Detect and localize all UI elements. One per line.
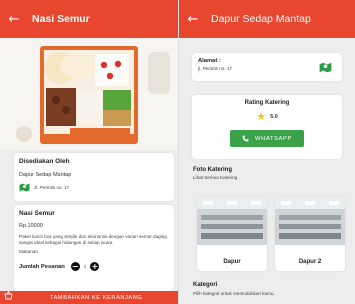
address-label: Alamat : — [198, 58, 221, 64]
provider-card[interactable]: Disediakan Oleh Dapur Sedap Mantap Jl. P… — [14, 153, 174, 201]
provider-address: Jl. Perintis no. 17 — [34, 184, 70, 190]
menu-category: Makanan — [19, 249, 38, 254]
provider-name: Dapur Sedap Mantap — [19, 172, 72, 178]
phone-icon — [242, 135, 249, 142]
photo-caption: Dapur — [223, 259, 241, 265]
menu-info-card: Nasi Semur Rp.10000 Paket lunch box yang… — [14, 205, 174, 291]
category-subtitle: Pilih kategori untuk memudahkan kamu. — [193, 291, 275, 296]
increase-quantity-button[interactable]: + — [90, 262, 100, 271]
see-all-link[interactable]: Lihat Semua Katering — [193, 175, 237, 181]
back-arrow-icon[interactable]: ← — [0, 12, 28, 27]
quantity-value: 1 — [83, 263, 87, 269]
food-image — [0, 38, 178, 150]
map-icon[interactable] — [319, 62, 332, 73]
decrease-quantity-button[interactable]: − — [70, 262, 80, 271]
menu-name: Nasi Semur — [19, 210, 55, 217]
app-bar: ← Nasi Semur — [0, 0, 178, 38]
add-to-cart-button[interactable]: TAMBAHKAN KE KERANJANG — [0, 290, 178, 304]
add-to-cart-label: TAMBAHKAN KE KERANJANG — [50, 294, 143, 301]
kitchen-photo — [197, 197, 267, 245]
page-title: Nasi Semur — [32, 13, 90, 25]
photos-heading: Foto Katering — [193, 167, 232, 173]
address-value: jl. Perintis no. 17 — [198, 66, 232, 71]
category-heading: Kategori — [193, 282, 218, 288]
map-icon — [19, 183, 30, 192]
rating-label: Rating Katering — [244, 100, 290, 106]
star-icon: ★ — [256, 110, 267, 123]
whatsapp-label: WHATSAPP — [255, 135, 292, 142]
menu-detail-screen: ← Nasi Semur Disediakan Oleh Dapur Sedap… — [0, 0, 178, 304]
address-card: Alamat : jl. Perintis no. 17 — [192, 53, 342, 81]
cart-icon — [4, 290, 14, 304]
provider-heading: Disediakan Oleh — [19, 158, 70, 165]
back-arrow-icon[interactable]: ← — [179, 12, 207, 27]
rating-value: 5.0 — [270, 113, 278, 120]
menu-price: Rp.10000 — [19, 223, 43, 229]
menu-description: Paket lunch box yang simple dan ekonomis… — [19, 234, 167, 245]
caterer-detail-screen: ← Dapur Sedap Mantap Alamat : jl. Perint… — [179, 0, 355, 304]
whatsapp-button[interactable]: WHATSAPP — [230, 130, 304, 147]
page-title: Dapur Sedap Mantap — [211, 13, 311, 25]
photo-card-dapur[interactable]: Dapur — [197, 197, 267, 271]
photo-caption: Dapur 2 — [298, 259, 322, 265]
rating-card: Rating Katering ★ 5.0 WHATSAPP — [192, 95, 342, 159]
quantity-label: Jumlah Pesanan — [19, 263, 65, 270]
app-bar: ← Dapur Sedap Mantap — [179, 0, 355, 38]
photo-card-dapur-2[interactable]: Dapur 2 — [275, 197, 345, 271]
kitchen-photo — [275, 197, 345, 245]
